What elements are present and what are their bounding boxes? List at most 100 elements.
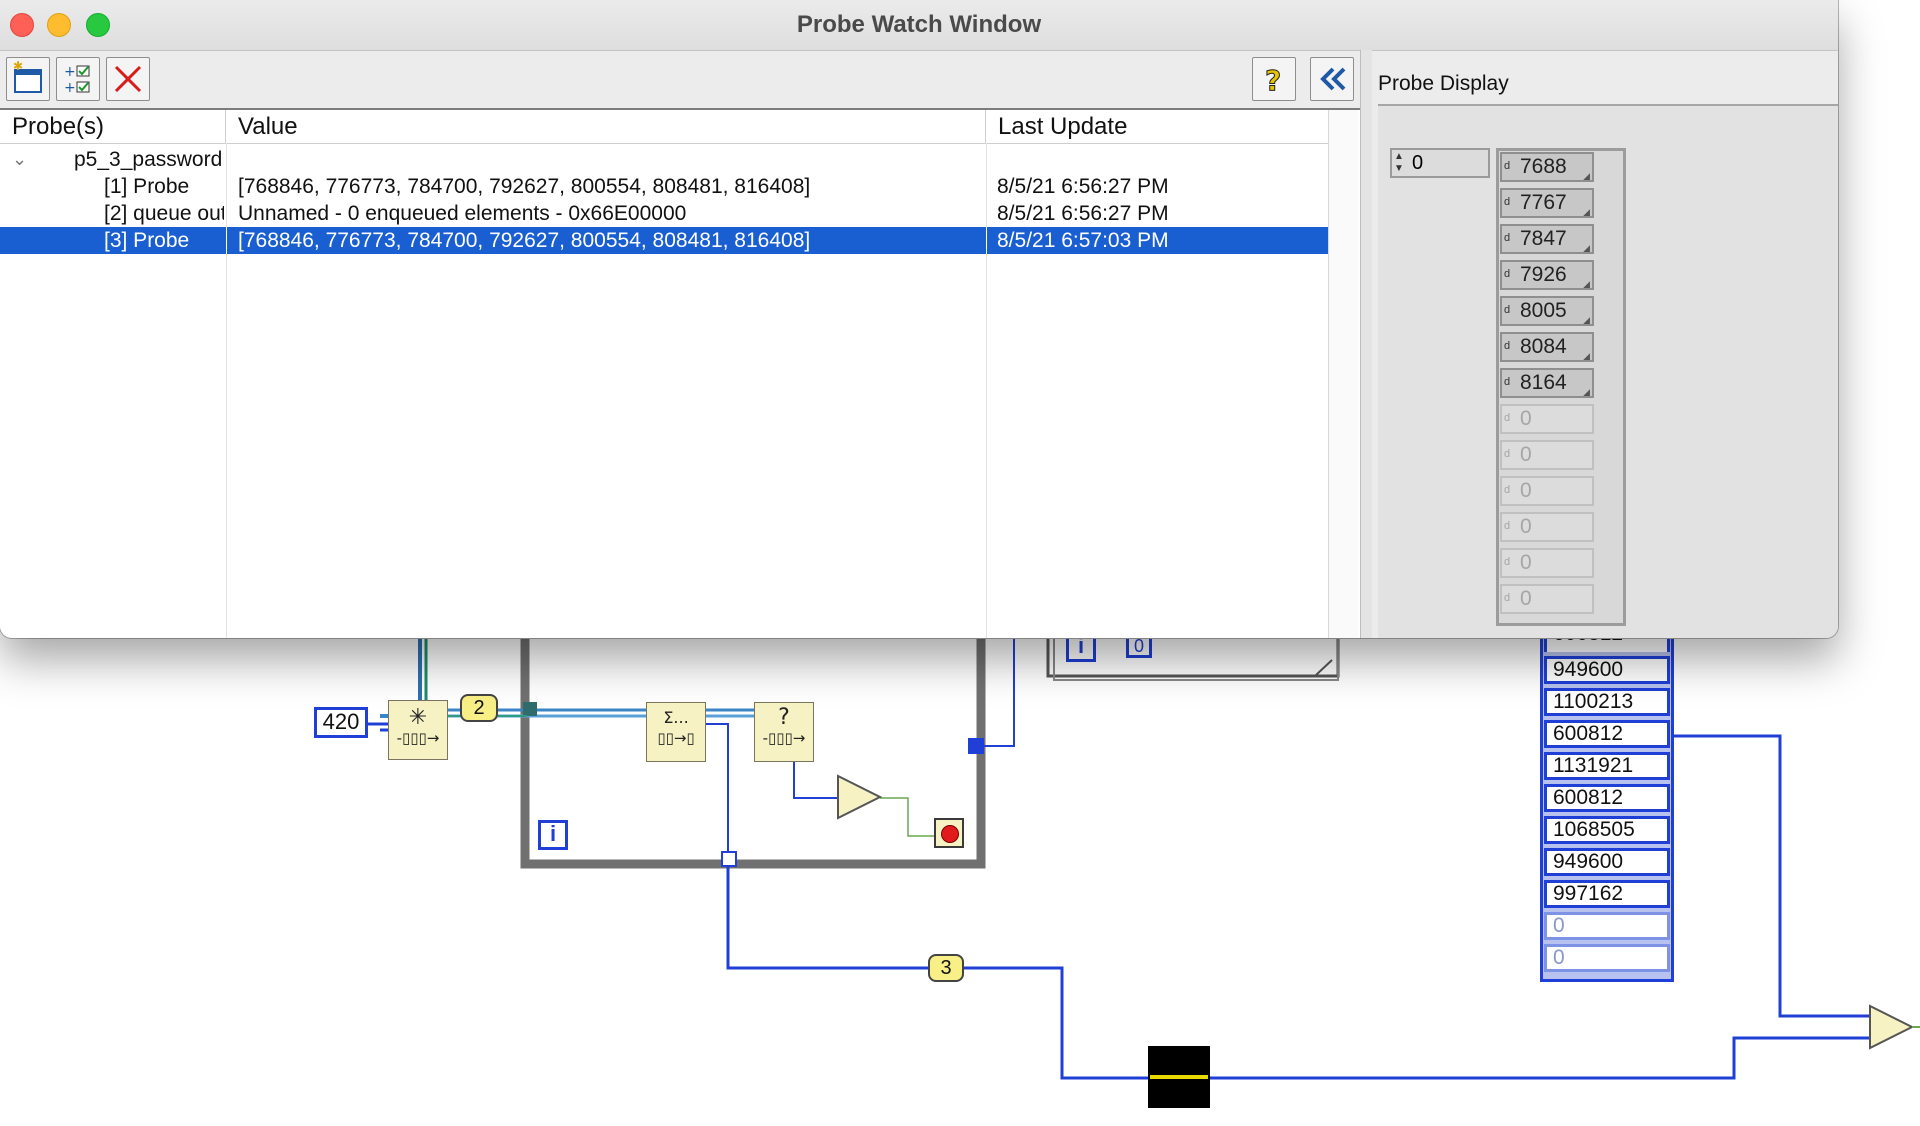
probe-array-element-value: 8005 [1520,299,1567,322]
probe-array-element[interactable]: d0 [1500,440,1594,470]
probe-last-update: 8/5/21 6:56:27 PM [997,175,1169,198]
resize-handle-icon[interactable]: ◢ [1581,272,1590,288]
help-button[interactable]: ? [1252,57,1296,101]
new-window-icon: ✱ [13,59,42,93]
probe-array-element[interactable]: d 8005 ◢ [1500,296,1594,326]
probe-array-element[interactable]: d 7847 ◢ [1500,224,1594,254]
probe-array-element-value: 0 [1520,443,1532,466]
probe-row[interactable]: [1] Probe [768846, 776773, 784700, 79262… [0,173,1328,200]
resize-handle-icon[interactable]: ◢ [1581,236,1590,252]
probe-list: Probe(s) Value Last Update ⌄ p5_3_passwo… [0,108,1360,638]
red-x-icon [114,65,142,93]
open-probe-window-button[interactable]: ✱ [6,57,50,101]
probe-row-selected[interactable]: [3] Probe [768846, 776773, 784700, 79262… [0,227,1328,254]
array-indicator-element: 1068505 [1544,816,1670,844]
probe-name: [2] queue out [104,202,224,225]
array-indicator-element: 949600 [1544,848,1670,876]
array-index-value: 0 [1412,152,1424,174]
probe-array-element[interactable]: d0 [1500,404,1594,434]
panel-splitter[interactable] [1360,50,1372,638]
equal-zero-node [837,774,883,820]
radix-icon[interactable]: d [1504,484,1510,496]
radix-icon[interactable]: d [1504,232,1510,244]
column-header-value[interactable]: Value [226,110,986,143]
checklist-icon: + + [64,64,90,96]
column-headers: Probe(s) Value Last Update [0,110,1328,144]
array-index-control[interactable]: ▲ ▼ 0 [1390,148,1490,178]
probe-last-update: 8/5/21 6:56:27 PM [997,202,1169,225]
probe-array-element[interactable]: d 7688 ◢ [1500,152,1594,182]
radix-icon[interactable]: d [1504,592,1510,604]
hourglass-icon: Σ... [663,708,689,727]
index-stepper-icon[interactable]: ▲ ▼ [1394,151,1408,175]
double-chevron-left-icon [1320,67,1346,91]
equal-node [1869,1004,1915,1050]
probe-array-element-value: 8164 [1520,371,1567,394]
probe-array-element[interactable]: d0 [1500,548,1594,578]
collapse-display-button[interactable] [1310,57,1354,101]
queue-icon: -▯▯▯→ [396,729,440,747]
resize-handle-icon[interactable]: ◢ [1581,344,1590,360]
badge-3: 3 [928,954,964,982]
probe-value: [768846, 776773, 784700, 792627, 800554,… [238,175,811,198]
probe-watch-window: Probe Watch Window ✱ + + ? Probe(s) Valu… [0,0,1838,638]
asterisk-icon: ✳ [408,705,428,730]
probe-array-element[interactable]: d 8164 ◢ [1500,368,1594,398]
dequeue-node[interactable]: Σ... ▯▯→▯ [646,702,706,762]
vertical-scrollbar[interactable] [1328,110,1358,638]
radix-icon[interactable]: d [1504,412,1510,424]
probe-array-element-value: 0 [1520,587,1532,610]
probe-value: [768846, 776773, 784700, 792627, 800554,… [238,229,811,252]
probe-name: [1] Probe [104,175,190,198]
remove-probe-button[interactable] [106,57,150,101]
group-row[interactable]: ⌄ p5_3_password [0,146,1328,173]
probe-array-element-value: 7847 [1520,227,1567,250]
svg-text:+: + [64,80,76,96]
radix-icon[interactable]: d [1504,520,1510,532]
probe-array-element[interactable]: d0 [1500,512,1594,542]
probe-last-update: 8/5/21 6:57:03 PM [997,229,1169,252]
radix-icon[interactable]: d [1504,196,1510,208]
question-icon: ? [778,705,790,730]
resize-handle-icon[interactable]: ◢ [1581,200,1590,216]
probe-array-element-value: 7688 [1520,155,1567,178]
array-indicator-element: 600812 [1544,784,1670,812]
radix-icon[interactable]: d [1504,556,1510,568]
probe-array-element[interactable]: d0 [1500,584,1594,614]
array-indicator-element: 0 [1544,944,1670,972]
select-probes-button[interactable]: + + [56,57,100,101]
window-title: Probe Watch Window [796,11,1042,38]
radix-icon[interactable]: d [1504,340,1510,352]
column-header-last-update[interactable]: Last Update [986,110,1328,143]
probe-array-element-value: 0 [1520,515,1532,538]
help-question-icon: ? [1265,64,1282,98]
title-bar[interactable]: Probe Watch Window [0,0,1838,51]
radix-icon[interactable]: d [1504,448,1510,460]
probe-array-element[interactable]: d 8084 ◢ [1500,332,1594,362]
probe-row[interactable]: [2] queue out Unnamed - 0 enqueued eleme… [0,200,1328,227]
probe-array-element[interactable]: d0 [1500,476,1594,506]
badge-2: 2 [460,694,498,722]
array-indicator-element: 949600 [1544,656,1670,684]
while-loop-frame [520,595,986,869]
probe-array-element[interactable]: d 7926 ◢ [1500,260,1594,290]
resize-handle-icon[interactable]: ◢ [1581,380,1590,396]
chevron-down-icon[interactable]: ⌄ [12,146,27,173]
array-indicator-element: 0 [1544,912,1670,940]
resize-handle-icon[interactable]: ◢ [1581,164,1590,180]
probe-name: [3] Probe [104,229,190,252]
probe-array-element[interactable]: d 7767 ◢ [1500,188,1594,218]
radix-icon[interactable]: d [1504,304,1510,316]
radix-icon[interactable]: d [1504,268,1510,280]
resize-handle-icon[interactable]: ◢ [1581,308,1590,324]
group-label: p5_3_password [74,148,223,171]
queue-size-constant[interactable]: 420 [314,707,368,738]
radix-icon[interactable]: d [1504,160,1510,172]
probe-array-element-value: 7767 [1520,191,1567,214]
stop-terminal[interactable] [934,818,964,848]
iteration-terminal: i [538,820,568,850]
obtain-queue-node[interactable]: ✳ -▯▯▯→ [388,700,448,760]
column-header-probes[interactable]: Probe(s) [0,110,226,143]
get-queue-status-node[interactable]: ? -▯▯▯→ [754,702,814,762]
radix-icon[interactable]: d [1504,376,1510,388]
